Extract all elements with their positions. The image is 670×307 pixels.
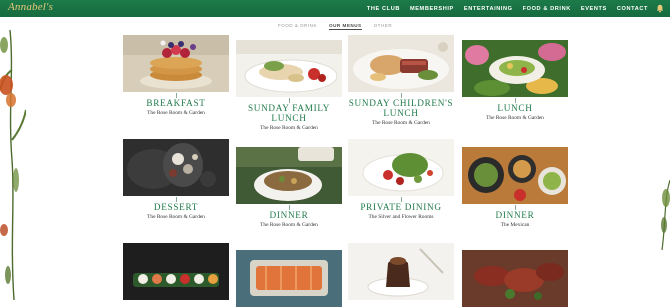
- menu-title: DINNER: [495, 210, 535, 220]
- private-dining-photo: [348, 139, 454, 196]
- menu-title: DESSERT: [153, 202, 199, 212]
- chocolate-dessert-photo: [348, 243, 454, 300]
- menu-card-private-dining[interactable]: PRIVATE DINING The Silver and Flower Roo…: [348, 139, 454, 220]
- menu-card-dessert[interactable]: DESSERT The Rose Room & Garden: [123, 139, 229, 220]
- sub-navigation: FOOD & DRINK OUR MENUS OTHER: [0, 21, 670, 33]
- sunday-childrens-lunch-photo: [348, 35, 454, 92]
- menu-venue: The Mexican: [500, 222, 530, 228]
- grilled-meat-photo: [462, 250, 568, 307]
- nav-contact[interactable]: CONTACT: [617, 6, 648, 12]
- menu-venue: The Silver and Flower Rooms: [368, 214, 434, 220]
- menu-title: BREAKFAST: [146, 98, 206, 108]
- subnav-other[interactable]: OTHER: [374, 21, 393, 33]
- annabels-logo[interactable]: Annabel's: [8, 1, 53, 13]
- menu-title: SUNDAY FAMILY LUNCH: [247, 103, 331, 123]
- menu-venue: The Rose Room & Garden: [260, 125, 318, 131]
- mexican-dinner-photo: [462, 147, 568, 204]
- menu-card-breakfast[interactable]: BREAKFAST The Rose Room & Garden: [123, 35, 229, 116]
- top-navigation-bar: Annabel's THE CLUB MEMBERSHIP ENTERTAINI…: [0, 0, 670, 17]
- subnav-food-drink[interactable]: FOOD & DRINK: [278, 21, 317, 33]
- floral-decoration-left: [0, 30, 26, 300]
- menu-title: SUNDAY CHILDREN'S LUNCH: [348, 98, 454, 118]
- sushi-photo: [123, 243, 229, 300]
- menu-venue: The Rose Room & Garden: [260, 222, 318, 228]
- nav-food-drink[interactable]: FOOD & DRINK: [523, 6, 571, 12]
- nav-events[interactable]: EVENTS: [581, 6, 607, 12]
- menu-venue: The Rose Room & Garden: [147, 214, 205, 220]
- menu-title: LUNCH: [497, 103, 533, 113]
- menu-card-sunday-family-lunch[interactable]: SUNDAY FAMILY LUNCH The Rose Room & Gard…: [236, 40, 342, 131]
- menu-card-dinner[interactable]: DINNER The Rose Room & Garden: [236, 147, 342, 228]
- lunch-photo: [462, 40, 568, 97]
- menu-card-lunch[interactable]: LUNCH The Rose Room & Garden: [462, 40, 568, 121]
- dessert-photo: [123, 139, 229, 196]
- menu-card-sunday-childrens-lunch[interactable]: SUNDAY CHILDREN'S LUNCH The Rose Room & …: [348, 35, 454, 126]
- menu-card-dinner-mexican[interactable]: DINNER The Mexican: [462, 147, 568, 228]
- sunday-family-lunch-photo: [236, 40, 342, 97]
- bell-icon[interactable]: [655, 4, 664, 13]
- breakfast-photo: [123, 35, 229, 92]
- main-nav: THE CLUB MEMBERSHIP ENTERTAINING FOOD & …: [367, 0, 648, 17]
- menu-venue: The Rose Room & Garden: [372, 120, 430, 126]
- menu-card-row3-4[interactable]: [462, 250, 568, 307]
- nav-membership[interactable]: MEMBERSHIP: [410, 6, 454, 12]
- salmon-photo: [236, 250, 342, 307]
- menu-card-row3-3[interactable]: [348, 243, 454, 300]
- menu-venue: The Rose Room & Garden: [486, 115, 544, 121]
- menu-title: PRIVATE DINING: [360, 202, 442, 212]
- menu-card-row3-1[interactable]: [123, 243, 229, 300]
- floral-decoration-right: [661, 180, 670, 250]
- subnav-our-menus[interactable]: OUR MENUS: [329, 21, 362, 30]
- dinner-photo: [236, 147, 342, 204]
- menu-title: DINNER: [269, 210, 309, 220]
- menu-venue: The Rose Room & Garden: [147, 110, 205, 116]
- nav-the-club[interactable]: THE CLUB: [367, 6, 400, 12]
- nav-entertaining[interactable]: ENTERTAINING: [464, 6, 513, 12]
- menu-card-row3-2[interactable]: [236, 250, 342, 307]
